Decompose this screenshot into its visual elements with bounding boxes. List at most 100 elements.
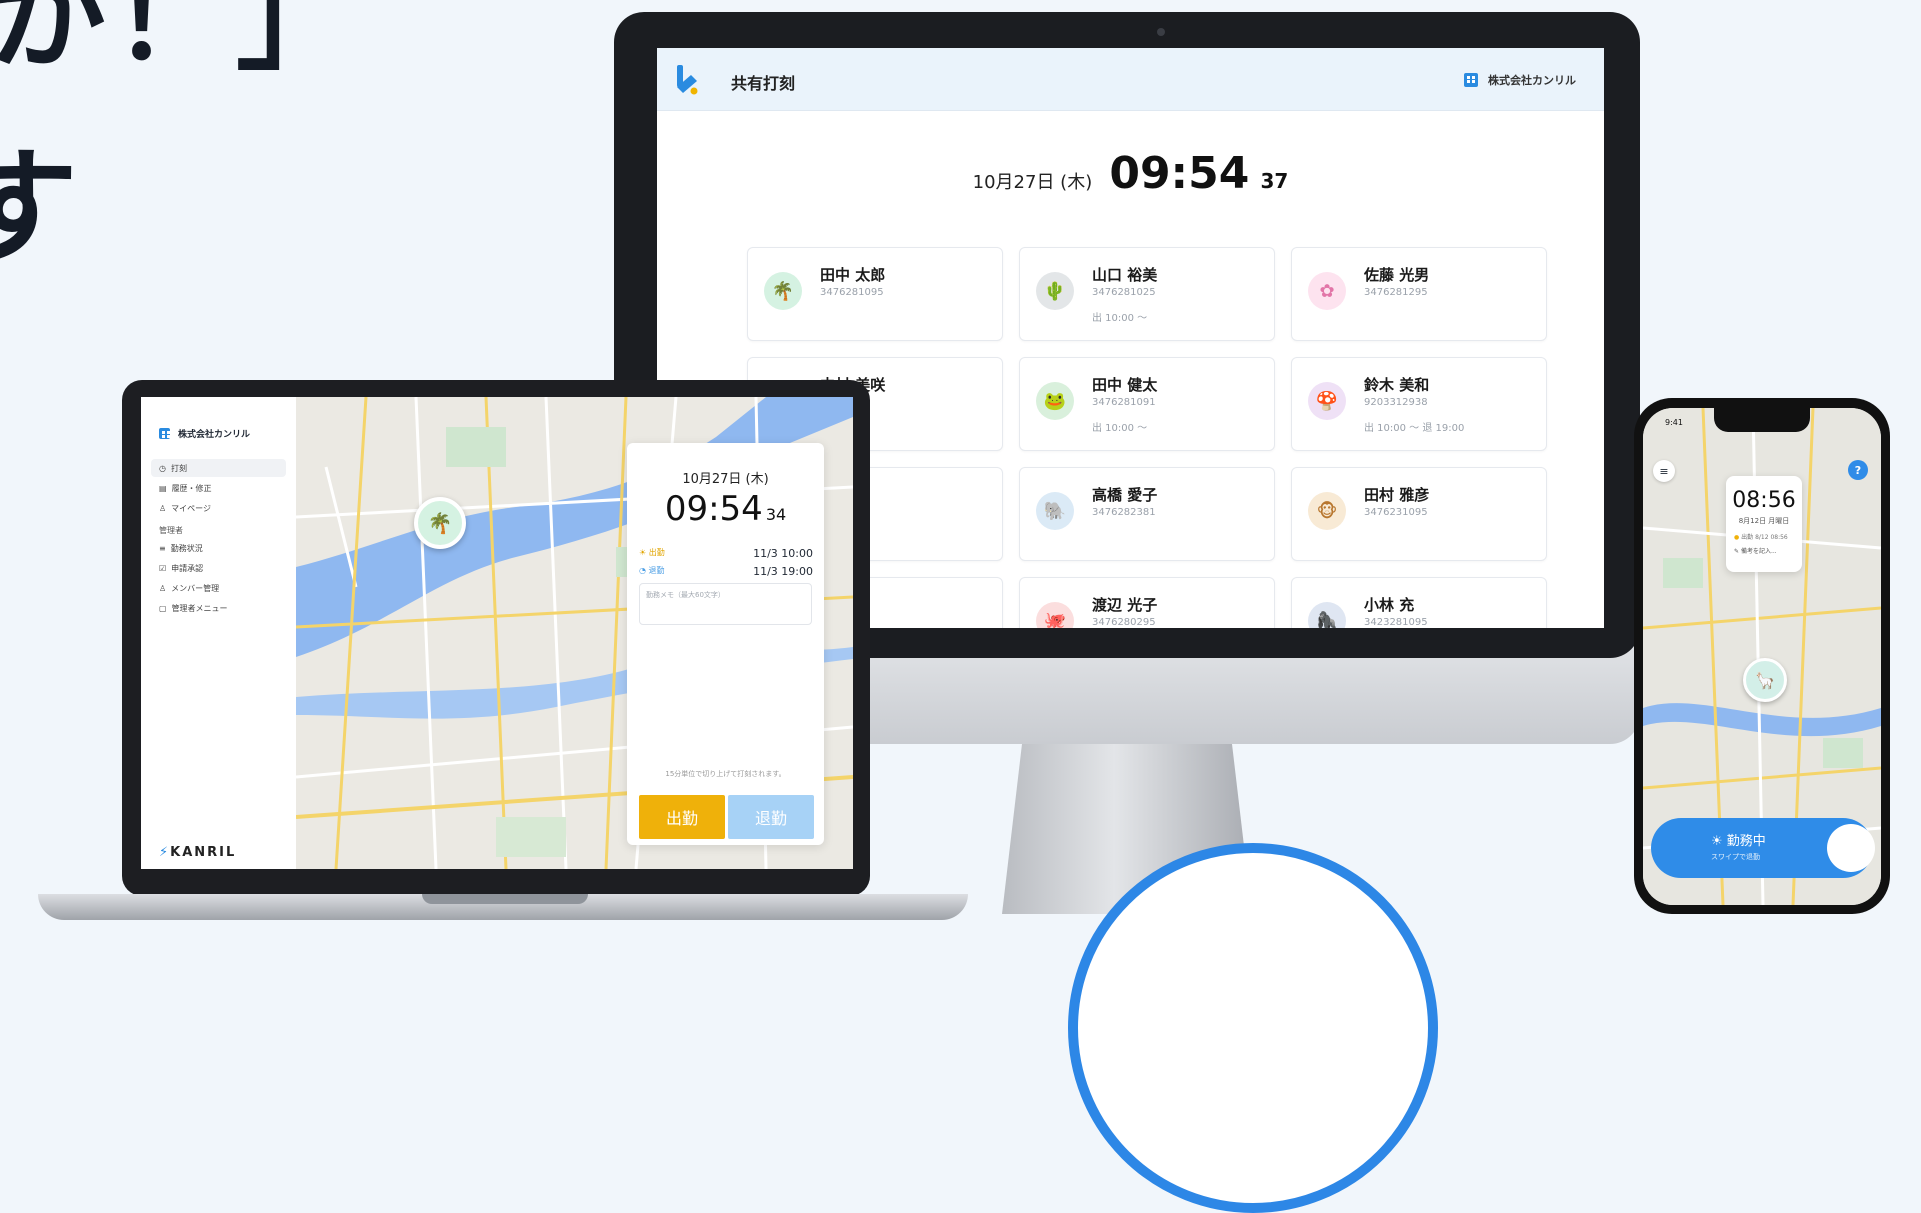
employee-name: 山口 裕美 <box>1092 266 1158 284</box>
employee-card[interactable]: 🐸 田中 健太 3476281091 出 10:00 ～ <box>1019 357 1275 451</box>
clock-in-record: ☀ 出勤 11/3 10:00 <box>639 547 813 560</box>
employee-status: 出 10:00 ～ <box>1092 313 1148 324</box>
hamburger-icon: ≡ <box>1659 464 1669 478</box>
pencil-icon: ✎ <box>1734 548 1740 555</box>
sidebar-item-approval[interactable]: ☑ 申請承認 <box>151 559 286 577</box>
employee-name: 渡辺 光子 <box>1092 596 1158 614</box>
employee-card[interactable]: 🦍 小林 充 3423281095 <box>1291 577 1547 628</box>
employee-id: 3476231095 <box>1364 507 1428 518</box>
admin-menu-icon: ▢ <box>159 603 167 613</box>
approval-icon: ☑ <box>159 563 167 573</box>
employee-name: 高橋 愛子 <box>1092 486 1158 504</box>
kanril-logo-icon <box>677 65 698 95</box>
frog-icon: 🐸 <box>1036 382 1074 420</box>
employee-card[interactable]: 🌴 田中 太郎 3476281095 <box>747 247 1003 341</box>
current-clock: 10月27日 (木) 09:54 37 <box>657 148 1604 199</box>
company-switcher[interactable]: 株式会社カンリル <box>1464 72 1576 88</box>
employee-card[interactable]: 🍄 鈴木 美和 9203312938 出 10:00 ～ 退 19:00 <box>1291 357 1547 451</box>
sidebar-item-members[interactable]: ♙ メンバー管理 <box>151 579 286 597</box>
help-button[interactable]: ? <box>1848 460 1868 480</box>
employee-card[interactable]: 🐙 渡辺 光子 3476280295 <box>1019 577 1275 628</box>
mobile-punch-screen: 9:41 ≡ ? 08:56 8月12日 月曜日 ● 出勤 8/12 08:56… <box>1643 408 1881 905</box>
alpaca-icon: 🦙 <box>1755 670 1775 690</box>
mobile-memo-link[interactable]: ✎ 備考を記入... <box>1734 546 1777 555</box>
swipe-to-clock-out[interactable]: ☀ 勤務中 スワイプで退勤 <box>1651 818 1875 878</box>
headline-fragment-1: か！」 <box>0 0 361 86</box>
mobile-clock-card: 08:56 8月12日 月曜日 ● 出勤 8/12 08:56 ✎ 備考を記入.… <box>1726 476 1802 572</box>
employee-card[interactable]: ✿ 佐藤 光男 3476281295 <box>1291 247 1547 341</box>
sidebar-item-label: 打刻 <box>170 463 187 473</box>
location-marker[interactable]: 🌴 <box>414 497 466 549</box>
current-date: 10月27日 (木) <box>972 172 1093 193</box>
sidebar-item-label: メンバー管理 <box>171 583 220 593</box>
employee-id: 3476281095 <box>820 287 884 298</box>
employee-id: 3476282381 <box>1092 507 1156 518</box>
flower-icon: ✿ <box>1308 272 1346 310</box>
employee-name: 田中 太郎 <box>820 266 886 284</box>
app-header: 共有打刻 株式会社カンリル <box>657 48 1604 111</box>
sidebar-item-punch[interactable]: ◷ 打刻 <box>151 459 286 477</box>
clock-in-label: ☀ 出勤 <box>639 548 665 557</box>
sidebar-item-label: 履歴・修正 <box>171 483 212 493</box>
work-memo-field[interactable]: 勤務メモ（最大60文字） <box>639 583 812 625</box>
laptop-notch <box>422 894 588 904</box>
mushroom-icon: 🍄 <box>1308 382 1346 420</box>
monkey-icon: 🐵 <box>1308 492 1346 530</box>
phone-notch <box>1714 408 1810 432</box>
mobile-date: 8月12日 月曜日 <box>1738 517 1790 525</box>
clock-in-button[interactable]: 出勤 <box>639 795 725 839</box>
employee-id: 3476281025 <box>1092 287 1156 298</box>
punch-seconds: 34 <box>765 505 787 524</box>
help-icon: ? <box>1854 463 1862 477</box>
web-punch-screen: 株式会社カンリル ◷ 打刻 ▤ 履歴・修正 ♙ マイページ 管理者 ≡ 勤務状況… <box>141 397 853 869</box>
employee-card[interactable]: 🐵 田村 雅彦 3476231095 <box>1291 467 1547 561</box>
punch-date: 10月27日 (木) <box>682 472 769 487</box>
sidebar-item-label: 申請承認 <box>171 563 204 573</box>
rounding-note: 15分単位で切り上げて打刻されます。 <box>665 770 786 778</box>
building-icon <box>1464 73 1478 87</box>
cactus-icon: 🌵 <box>1036 272 1074 310</box>
sidebar-item-history[interactable]: ▤ 履歴・修正 <box>151 479 286 497</box>
sidebar-item-attendance[interactable]: ≡ 勤務状況 <box>151 539 286 557</box>
swipe-handle[interactable] <box>1827 824 1875 872</box>
sidebar-company[interactable]: 株式会社カンリル <box>159 427 250 440</box>
sidebar-item-label: マイページ <box>171 503 212 513</box>
gorilla-icon: 🦍 <box>1308 602 1346 628</box>
employee-name: 鈴木 美和 <box>1364 376 1430 394</box>
current-time: 09:54 <box>1109 148 1250 199</box>
punch-hhmm: 09:54 <box>664 489 763 529</box>
elephant-icon: 🐘 <box>1036 492 1074 530</box>
kanril-brand: ⚡KANRIL <box>159 845 236 860</box>
palm-tree-icon: 🌴 <box>427 511 453 535</box>
employee-name: 佐藤 光男 <box>1364 266 1430 284</box>
monitor-camera <box>1157 28 1165 36</box>
mobile-time: 08:56 <box>1732 488 1796 513</box>
octopus-icon: 🐙 <box>1036 602 1074 628</box>
headline-fragment-2: す <box>0 136 79 280</box>
employee-name: 田村 雅彦 <box>1364 486 1430 504</box>
brand-text: KANRIL <box>170 845 237 860</box>
current-seconds: 37 <box>1260 169 1289 193</box>
person-icon: ♙ <box>159 503 167 513</box>
kanril-logo-icon: ⚡ <box>159 845 171 860</box>
sidebar-item-admin-menu[interactable]: ▢ 管理者メニュー <box>151 599 286 617</box>
app-title: 共有打刻 <box>731 74 796 93</box>
sidebar-section-admin: 管理者 <box>159 526 183 535</box>
employee-id: 3423281095 <box>1364 617 1428 628</box>
clock-out-label: ◔ 退勤 <box>639 566 665 575</box>
sidebar-item-mypage[interactable]: ♙ マイページ <box>151 499 286 517</box>
employee-card[interactable]: 🐘 高橋 愛子 3476282381 <box>1019 467 1275 561</box>
decorative-circle <box>1068 843 1438 1213</box>
swipe-hint: スワイプで退勤 <box>1711 853 1760 861</box>
menu-button[interactable]: ≡ <box>1653 460 1675 482</box>
employee-card[interactable]: 🌵 山口 裕美 3476281025 出 10:00 ～ <box>1019 247 1275 341</box>
list-icon: ≡ <box>159 543 166 553</box>
mobile-location-marker[interactable]: 🦙 <box>1743 658 1787 702</box>
mobile-clock-in-record: ● 出勤 8/12 08:56 <box>1734 534 1788 541</box>
employee-id: 3476281295 <box>1364 287 1428 298</box>
status-time: 9:41 <box>1665 418 1683 427</box>
employee-id: 3476281091 <box>1092 397 1156 408</box>
palm-tree-icon: 🌴 <box>764 272 802 310</box>
employee-id: 9203312938 <box>1364 397 1428 408</box>
clock-out-button[interactable]: 退勤 <box>728 795 814 839</box>
